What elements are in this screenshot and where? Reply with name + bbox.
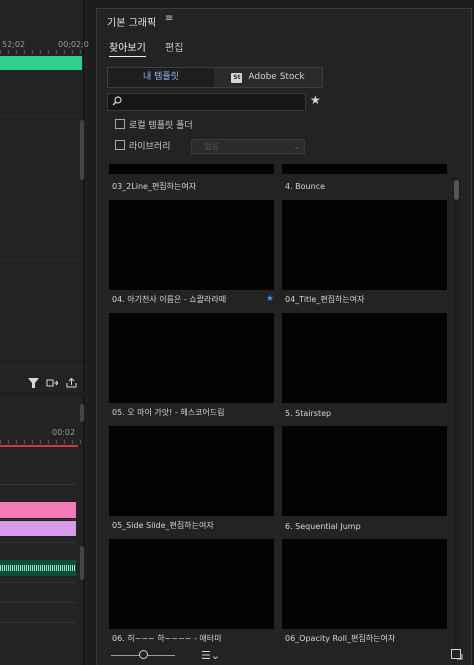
panel-title: 기본 그래픽: [107, 18, 157, 29]
view-options-icon[interactable]: ☰⌄: [201, 649, 220, 662]
graphic-clip[interactable]: [0, 502, 76, 518]
template-thumbnail[interactable]: [109, 200, 274, 290]
libraries-checkbox[interactable]: [115, 140, 125, 150]
share-icon[interactable]: [66, 377, 77, 391]
template-caption: 06. 히~~~ 하~~~~ - 애터미: [112, 634, 222, 643]
adobe-stock-logo-icon: St: [231, 73, 243, 83]
track-lane: [0, 519, 76, 520]
template-caption: 03_2Line_편집하는여자: [112, 182, 197, 191]
template-caption: 05. 오 마이 가앗! - 헤스코어드림: [112, 408, 225, 417]
track-lane: [0, 622, 76, 623]
source-toggle: 내 템플릿 St Adobe Stock: [107, 67, 323, 88]
template-caption: 06_Opacity Roll_편집하는여자: [285, 634, 396, 643]
audio-clip[interactable]: [0, 560, 76, 576]
playhead-line[interactable]: [0, 445, 78, 447]
vertical-scrollbar[interactable]: [80, 120, 84, 180]
track-lane: [0, 542, 76, 543]
template-thumbnail[interactable]: [282, 200, 447, 290]
adobe-stock-button[interactable]: St Adobe Stock: [214, 68, 322, 87]
local-templates-folder-option[interactable]: 로컬 템플릿 폴더: [115, 119, 193, 133]
my-templates-button[interactable]: 내 템플릿: [108, 68, 214, 87]
track-divider: [0, 260, 84, 261]
favorites-filter-star-icon[interactable]: ★: [310, 93, 321, 107]
template-thumbnail[interactable]: [109, 426, 274, 516]
ruler-label: 52;02: [2, 40, 26, 49]
tab-edit[interactable]: 편집: [165, 39, 183, 54]
track-lane: [0, 582, 76, 583]
search-input[interactable]: [107, 93, 306, 111]
libraries-option[interactable]: 라이브러리: [115, 140, 170, 154]
new-item-icon[interactable]: [451, 649, 463, 663]
grid-scrollbar[interactable]: [453, 178, 460, 648]
scrollbar-thumb[interactable]: [454, 180, 459, 200]
panel-footer: ☰⌄: [97, 647, 473, 665]
template-caption: 05_Side Slide_편집하는여자: [112, 521, 214, 530]
template-thumbnail[interactable]: [109, 313, 274, 403]
export-frame-icon[interactable]: [46, 378, 59, 391]
source-timeline-panel[interactable]: 52;02 00;02;0: [0, 0, 89, 392]
local-folder-label: 로컬 템플릿 폴더: [129, 121, 193, 131]
template-caption: 6. Sequential Jump: [285, 522, 361, 531]
track-divider: [0, 115, 84, 116]
library-dropdown-value: 없음: [204, 142, 219, 151]
track-divider: [0, 366, 84, 367]
favorite-star-icon[interactable]: ★: [266, 294, 274, 304]
local-folder-checkbox[interactable]: [115, 119, 125, 129]
vertical-scrollbar[interactable]: [80, 546, 84, 580]
slider-handle[interactable]: [139, 650, 148, 659]
template-thumbnail[interactable]: [282, 426, 447, 516]
ruler-label: 00:02: [52, 428, 76, 437]
ruler-label: 00;02;0: [58, 40, 89, 49]
template-caption: 04_Title_편집하는여자: [285, 295, 365, 304]
work-area-bar[interactable]: [0, 56, 82, 70]
search-icon: [112, 96, 122, 106]
track-lane: [0, 602, 76, 603]
ruler-ticks: [0, 50, 84, 54]
track-lane: [0, 484, 76, 485]
filter-icon[interactable]: [28, 378, 39, 391]
template-thumbnail[interactable]: [282, 313, 447, 403]
template-caption: 04. 아기천사 이름은 - 쇼콸라라떼: [112, 295, 227, 304]
template-thumbnail[interactable]: [282, 164, 447, 174]
vertical-scrollbar[interactable]: [80, 404, 84, 422]
chevron-down-icon: ⌄: [293, 142, 300, 151]
timeline-area: 52;02 00;02;0 00:02: [0, 0, 89, 665]
adobe-stock-label: Adobe Stock: [248, 72, 305, 82]
tab-browse[interactable]: 찾아보기: [109, 39, 146, 57]
ruler-ticks: [0, 440, 84, 444]
template-grid: 03_2Line_편집하는여자 4. Bounce 04. 아기천사 이름은 -…: [109, 164, 447, 649]
sequence-timeline-panel[interactable]: 00:02: [0, 396, 84, 665]
template-thumbnail[interactable]: [109, 539, 274, 629]
panel-menu-icon[interactable]: ≡: [165, 13, 173, 24]
essential-graphics-panel: 기본 그래픽 ≡ 찾아보기 편집 내 템플릿 St Adobe Stock ★ 로…: [96, 8, 472, 665]
video-clip[interactable]: [0, 521, 76, 536]
libraries-label: 라이브러리: [129, 142, 171, 152]
library-dropdown[interactable]: 없음 ⌄: [191, 139, 305, 154]
template-caption: 4. Bounce: [285, 182, 326, 191]
template-thumbnail[interactable]: [282, 539, 447, 629]
template-caption: 5. Stairstep: [285, 409, 332, 418]
template-thumbnail[interactable]: [109, 164, 274, 174]
